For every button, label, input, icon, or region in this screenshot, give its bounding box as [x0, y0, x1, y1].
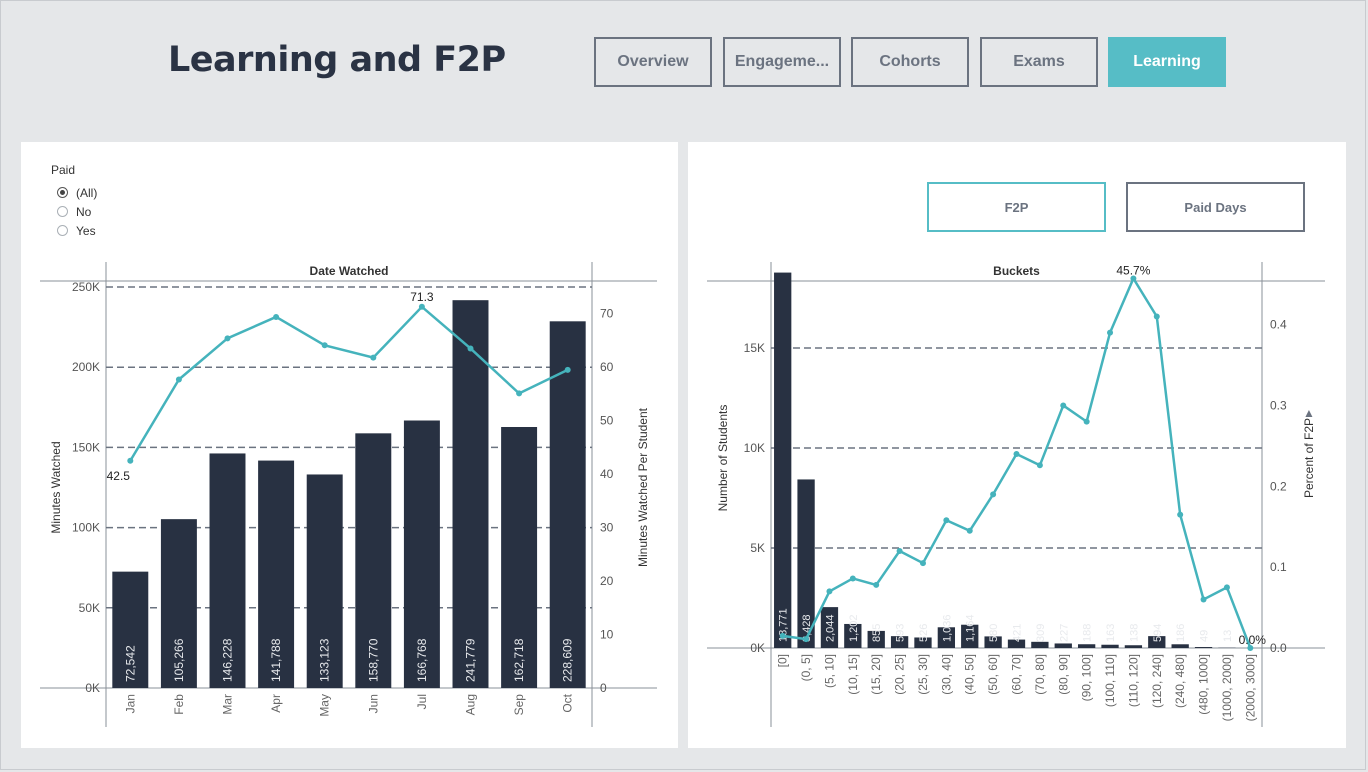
paid-filter-title: Paid — [51, 163, 76, 177]
radio-icon[interactable] — [57, 206, 68, 217]
filter-option-label: (All) — [76, 185, 98, 200]
radio-icon[interactable] — [57, 225, 68, 236]
filter-option-label: No — [76, 204, 92, 219]
tab-learning[interactable]: Learning — [1108, 37, 1226, 87]
radio-selected-icon[interactable] — [57, 187, 68, 198]
paid-filter: Paid (All) No Yes — [51, 163, 97, 240]
right-panel — [688, 142, 1346, 748]
filter-option-all[interactable]: (All) — [51, 183, 97, 202]
paid-days-button[interactable]: Paid Days — [1126, 182, 1305, 232]
f2p-button[interactable]: F2P — [927, 182, 1106, 232]
filter-option-no[interactable]: No — [51, 202, 97, 221]
filter-option-yes[interactable]: Yes — [51, 221, 97, 240]
tab-cohorts[interactable]: Cohorts — [851, 37, 969, 87]
left-panel — [21, 142, 678, 748]
filter-option-label: Yes — [76, 223, 96, 238]
tab-overview[interactable]: Overview — [594, 37, 712, 87]
page-title: Learning and F2P — [168, 40, 506, 80]
tab-exams[interactable]: Exams — [980, 37, 1098, 87]
tab-engagement[interactable]: Engageme... — [723, 37, 841, 87]
